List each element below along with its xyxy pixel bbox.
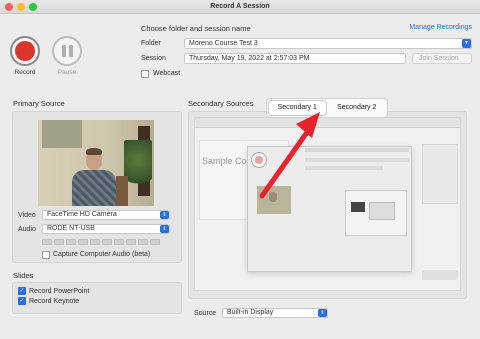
- webcast-label: Webcast: [153, 70, 181, 77]
- title-bar: Record A Session: [0, 0, 480, 14]
- chevron-updown-icon: ⇕: [160, 225, 169, 233]
- video-value: FaceTime HD Camera: [47, 211, 117, 218]
- session-name-input[interactable]: Thursday, May 19, 2022 at 2:57:03 PM: [184, 53, 406, 64]
- manage-recordings-link[interactable]: Manage Recordings: [409, 24, 472, 31]
- folder-label: Folder: [141, 40, 161, 47]
- video-label: Video: [18, 212, 36, 219]
- audio-label: Audio: [18, 226, 36, 233]
- record-button[interactable]: [10, 36, 40, 66]
- folder-value: Moreno Course Test 3: [189, 40, 258, 47]
- tab-secondary-2[interactable]: Secondary 2: [329, 101, 386, 115]
- pause-label: Pause: [57, 69, 77, 76]
- record-label: Record: [14, 69, 36, 76]
- audio-value: RODE NT-USB: [47, 225, 95, 232]
- checkmark-icon: ✓: [19, 288, 25, 294]
- pause-icon: [61, 45, 66, 57]
- video-select[interactable]: FaceTime HD Camera ⇕: [42, 210, 170, 220]
- chevron-updown-icon: ⇕: [160, 211, 169, 219]
- record-icon: [15, 41, 35, 61]
- session-label: Session: [141, 55, 166, 62]
- source-select[interactable]: Built-in Display ⇕: [222, 308, 328, 318]
- window-title: Record A Session: [210, 3, 270, 10]
- folder-select[interactable]: Moreno Course Test 3 ▾: [184, 38, 472, 49]
- audio-level-meter: [42, 239, 160, 245]
- record-powerpoint-checkbox[interactable]: ✓: [18, 287, 26, 295]
- record-keynote-checkbox[interactable]: ✓: [18, 297, 26, 305]
- join-session-button[interactable]: Join Session: [412, 53, 472, 64]
- record-powerpoint-label: Record PowerPoint: [29, 288, 90, 295]
- audio-select[interactable]: RODE NT-USB ⇕: [42, 224, 170, 234]
- primary-source-heading: Primary Source: [13, 99, 65, 108]
- source-label: Source: [194, 310, 217, 317]
- chevron-down-icon: ▾: [462, 39, 471, 48]
- capture-computer-audio-checkbox[interactable]: [42, 251, 50, 259]
- pause-button[interactable]: [52, 36, 82, 66]
- slides-heading: Slides: [13, 271, 34, 280]
- record-keynote-label: Record Keynote: [29, 298, 80, 305]
- camera-preview: [38, 120, 154, 206]
- source-value: Built-in Display: [227, 309, 274, 316]
- screen-preview: Sample Course: [194, 117, 461, 291]
- session-heading: Choose folder and session name: [141, 24, 251, 33]
- session-value: Thursday, May 19, 2022 at 2:57:03 PM: [189, 55, 310, 62]
- join-session-label: Join Session: [419, 55, 459, 62]
- capture-computer-audio-label: Capture Computer Audio (beta): [53, 251, 151, 258]
- checkmark-icon: ✓: [19, 298, 25, 304]
- webcast-checkbox[interactable]: [141, 70, 149, 78]
- chevron-updown-icon: ⇕: [318, 309, 327, 317]
- tab-secondary-1[interactable]: Secondary 1: [269, 101, 326, 115]
- secondary-source-tabs: Secondary 1 Secondary 2: [266, 98, 388, 118]
- secondary-sources-heading: Secondary Sources: [188, 99, 254, 108]
